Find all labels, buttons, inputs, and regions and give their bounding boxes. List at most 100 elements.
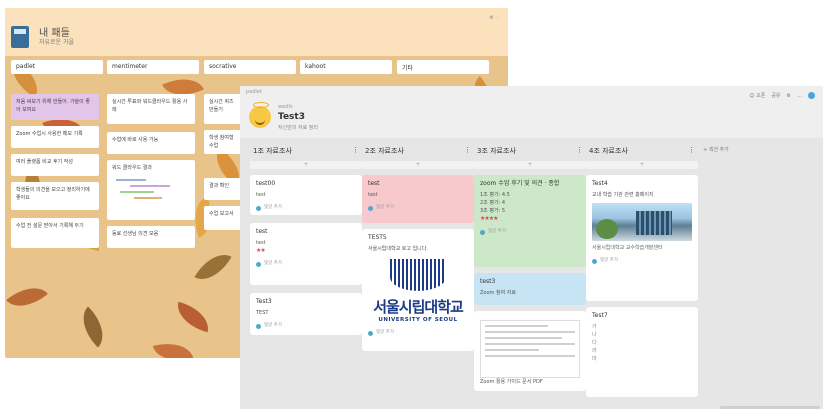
- post-body: Zoom 참여 자료: [480, 290, 516, 296]
- rating-stars[interactable]: ★★★★: [480, 215, 580, 223]
- post-title: test: [256, 228, 268, 235]
- rating-stars[interactable]: ★★: [256, 247, 356, 255]
- comment-row[interactable]: 댓글 추가: [480, 228, 580, 236]
- post-card[interactable]: Test3 TEST 댓글 추가: [250, 293, 362, 335]
- word-cloud-image: [112, 175, 172, 205]
- page-subtitle: 자신만의 자료 정리: [278, 125, 318, 131]
- post-card[interactable]: Test4 교내 학습 기관 관련 홈페이지 서울시립대학교 교수학습개발센터 …: [586, 175, 698, 301]
- post-title: Test3: [256, 298, 272, 305]
- section-header[interactable]: 1조 자료조사 ⋮: [250, 144, 362, 158]
- post-title: test3: [480, 278, 496, 285]
- back-header: 내 패들 자유로운 가을 ⚙ · ·: [5, 8, 508, 56]
- comment-icon: [256, 205, 261, 211]
- back-card[interactable]: 수업 보고서: [204, 206, 244, 230]
- back-card[interactable]: 결과 확인: [204, 178, 244, 200]
- campus-photo[interactable]: [592, 203, 692, 241]
- add-post-button[interactable]: +: [586, 161, 698, 169]
- back-card-text: 워드 클라우드 결과: [112, 165, 152, 171]
- back-card[interactable]: 실시간 퀴즈 만들기: [204, 94, 244, 124]
- section-menu-icon[interactable]: ⋮: [576, 146, 583, 156]
- section-column: 1조 자료조사 ⋮ + test00 test 댓글 추가 test test …: [250, 144, 362, 335]
- open-button[interactable]: ☺ 오픈: [749, 92, 765, 99]
- floppy-disk-icon: [11, 26, 29, 48]
- add-post-button[interactable]: +: [250, 161, 362, 169]
- comment-icon: [480, 229, 485, 235]
- user-avatar[interactable]: [808, 92, 815, 99]
- post-card[interactable]: test test ★★ 댓글 추가: [250, 223, 362, 285]
- section-menu-icon[interactable]: ⋮: [464, 146, 471, 156]
- comment-row[interactable]: 댓글 추가: [256, 322, 356, 330]
- section-menu-icon[interactable]: ⋮: [352, 146, 359, 156]
- back-column-header-kahoot[interactable]: kahoot: [300, 60, 392, 74]
- post-body: 교내 학습 기관 관련 홈페이지: [592, 192, 654, 198]
- section-menu-icon[interactable]: ⋮: [688, 146, 695, 156]
- comment-row[interactable]: 댓글 추가: [592, 257, 692, 265]
- section-header[interactable]: 4조 자료조사 ⋮: [586, 144, 698, 158]
- comment-icon: [256, 323, 261, 329]
- university-name-korean: 서울시립대학교: [373, 298, 464, 316]
- section-header[interactable]: 2조 자료조사 ⋮: [362, 144, 474, 158]
- add-post-button[interactable]: +: [474, 161, 586, 169]
- back-column-header-mentimeter[interactable]: mentimeter: [107, 60, 199, 74]
- back-subtitle: 자유로운 가을: [39, 39, 75, 46]
- add-comment-label: 댓글 추가: [264, 261, 282, 266]
- angel-emoji-avatar: [249, 102, 271, 128]
- section-title: 4조 자료조사: [589, 147, 628, 155]
- post-card[interactable]: test00 test 댓글 추가: [250, 175, 362, 215]
- comment-icon: [256, 261, 261, 267]
- add-comment-label: 댓글 추가: [264, 323, 282, 328]
- back-card[interactable]: 처음 써보기 위해 만들어. 가을이 좋아 보여요: [11, 94, 99, 120]
- comment-row[interactable]: 댓글 추가: [256, 260, 356, 268]
- back-card[interactable]: 동료 선생님 의견 모음: [107, 226, 195, 248]
- back-column-header-socrative[interactable]: socrative: [204, 60, 296, 74]
- back-card[interactable]: Zoom 수업시 사용한 메모 기록: [11, 126, 99, 148]
- section-header[interactable]: 3조 자료조사 ⋮: [474, 144, 586, 158]
- front-padlet-window[interactable]: padlet wedfs Test3 자신만의 자료 정리 ☺ 오픈 공유 ⚙ …: [240, 86, 823, 409]
- author-meta: wedfs: [278, 104, 293, 110]
- back-card[interactable]: 여러 플랫폼 비교 후기 작성: [11, 154, 99, 176]
- back-card[interactable]: 수업 전 설문 받아서 기록해 두기: [11, 218, 99, 248]
- post-body: test: [256, 192, 266, 198]
- back-card[interactable]: 학생 참여형 수업: [204, 130, 244, 154]
- back-column-header-etc[interactable]: 기타: [397, 60, 489, 74]
- add-comment-label: 댓글 추가: [264, 205, 282, 210]
- post-card[interactable]: TEST5 서울시립대학교 로고 입니다. 서울시립대학교 UNIVERSITY…: [362, 229, 474, 351]
- post-body: 서울시립대학교 로고 입니다.: [368, 246, 428, 252]
- back-card[interactable]: 학생들의 의견을 모으고 정리하기에 좋아요: [11, 182, 99, 210]
- back-card[interactable]: 수업에 바로 사용 가능: [107, 132, 195, 154]
- comment-row[interactable]: 댓글 추가: [256, 204, 356, 212]
- section-column: 4조 자료조사 ⋮ + Test4 교내 학습 기관 관련 홈페이지 서울시립대…: [586, 144, 698, 397]
- share-button[interactable]: 공유: [771, 92, 780, 99]
- document-thumbnail[interactable]: [480, 320, 580, 378]
- post-title: TEST5: [368, 234, 387, 241]
- post-card[interactable]: zoom 수업 후기 및 의견 · 종합 1조 평가: 4.5 2조 평가: 4…: [474, 175, 586, 267]
- back-column-header-padlet[interactable]: padlet: [11, 60, 103, 74]
- post-card[interactable]: Zoom 활용 가이드 문서 PDF: [474, 311, 586, 391]
- comment-icon: [592, 258, 597, 264]
- front-header: padlet wedfs Test3 자신만의 자료 정리 ☺ 오픈 공유 ⚙ …: [240, 86, 823, 138]
- post-card[interactable]: test3 Zoom 참여 자료: [474, 273, 586, 305]
- back-card[interactable]: 워드 클라우드 결과: [107, 160, 195, 220]
- comment-row[interactable]: 댓글 추가: [368, 204, 468, 212]
- add-section-button[interactable]: + 섹션 추가: [703, 146, 729, 153]
- settings-icon[interactable]: ⚙: [787, 93, 791, 99]
- add-comment-label: 댓글 추가: [600, 258, 618, 263]
- comment-icon: [368, 330, 373, 336]
- post-body: Zoom 활용 가이드 문서 PDF: [480, 379, 543, 385]
- back-card[interactable]: 실시간 투표와 워드클라우드 활용 사례: [107, 94, 195, 124]
- post-card[interactable]: test test 댓글 추가: [362, 175, 474, 223]
- back-controls[interactable]: ⚙ · ·: [489, 15, 500, 21]
- comment-icon: [368, 205, 373, 211]
- post-body: test: [368, 192, 378, 198]
- add-post-button[interactable]: +: [362, 161, 474, 169]
- post-body: 가 나 다 라 마: [592, 324, 597, 362]
- post-card[interactable]: Test7 가 나 다 라 마: [586, 307, 698, 397]
- section-column: 2조 자료조사 ⋮ + test test 댓글 추가 TEST5 서울시립대학…: [362, 144, 474, 351]
- post-title: test00: [256, 180, 276, 187]
- university-name-english: UNIVERSITY OF SEOUL: [378, 317, 458, 323]
- link-preview-text[interactable]: 서울시립대학교 교수학습개발센터: [592, 244, 692, 252]
- more-icon[interactable]: …: [797, 93, 802, 99]
- post-body: 1조 평가: 4.5 2조 평가: 4 3조 평가: 5: [480, 192, 510, 214]
- section-title: 3조 자료조사: [477, 147, 516, 155]
- comment-row[interactable]: 댓글 추가: [368, 329, 468, 337]
